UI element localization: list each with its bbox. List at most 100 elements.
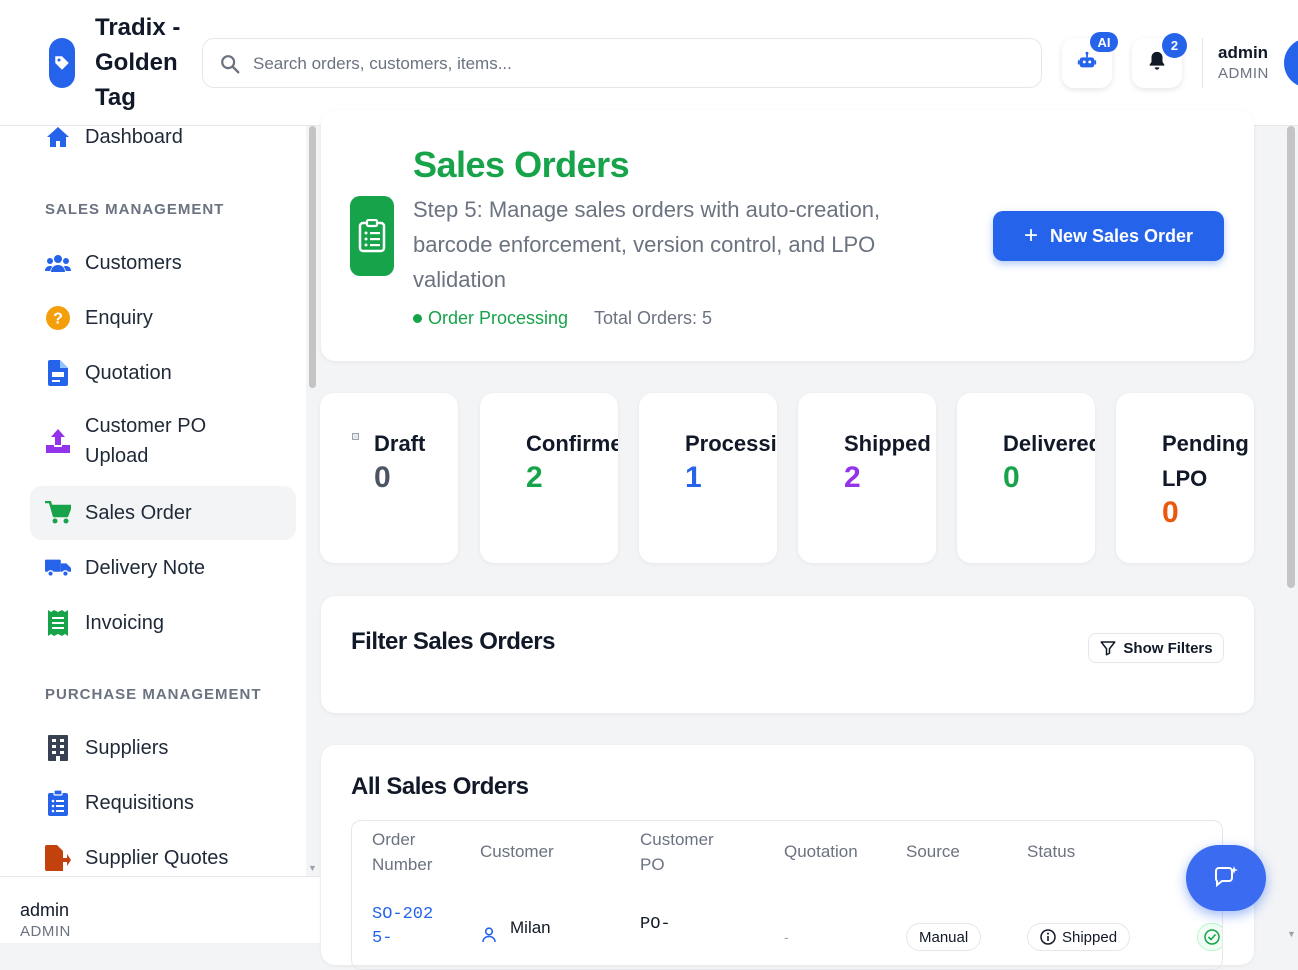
scroll-down-arrow-icon[interactable]: ▼ bbox=[1287, 929, 1296, 939]
stat-card-confirmed[interactable]: Confirmed 2 bbox=[480, 393, 618, 563]
stat-card-shipped[interactable]: Shipped 2 bbox=[798, 393, 936, 563]
customer-name: Milan bbox=[510, 918, 551, 937]
robot-icon bbox=[1076, 50, 1098, 77]
footer-user-name: admin bbox=[20, 900, 70, 920]
sidebar-item-supplier-quotes[interactable]: Supplier Quotes bbox=[30, 831, 296, 876]
search-input[interactable] bbox=[253, 49, 1013, 79]
column-header[interactable]: Quotation bbox=[784, 839, 858, 864]
sidebar-item-enquiry[interactable]: ? Enquiry bbox=[30, 291, 296, 345]
stat-label: Shipped bbox=[844, 431, 931, 456]
stat-card-processing[interactable]: Processing 1 bbox=[639, 393, 777, 563]
search-bar[interactable] bbox=[202, 38, 1042, 88]
draft-icon bbox=[352, 433, 359, 440]
sidebar-item-customer-po-upload[interactable]: Customer PO Upload bbox=[30, 401, 296, 481]
sidebar-item-label: Customers bbox=[85, 252, 182, 274]
orders-title: All Sales Orders bbox=[351, 773, 529, 800]
sidebar-item-customers[interactable]: Customers bbox=[30, 236, 296, 290]
users-icon bbox=[45, 250, 71, 276]
sidebar-item-label: Delivery Note bbox=[85, 557, 206, 579]
stat-value: 2 bbox=[844, 461, 861, 494]
sidebar-item-label: Enquiry bbox=[85, 307, 153, 329]
clipboard-list-icon bbox=[45, 790, 71, 816]
page-scrollbar-thumb[interactable] bbox=[1287, 126, 1295, 588]
sidebar-item-invoicing[interactable]: Invoicing bbox=[30, 596, 296, 650]
show-filters-label: Show Filters bbox=[1123, 639, 1213, 657]
upload-icon bbox=[45, 428, 71, 454]
column-header[interactable]: Status bbox=[1027, 839, 1075, 864]
status-badge: Shipped bbox=[1027, 923, 1131, 951]
stat-value: 2 bbox=[526, 461, 543, 494]
sidebar-scrollbar-thumb[interactable] bbox=[309, 126, 316, 388]
filter-title: Filter Sales Orders bbox=[351, 628, 555, 655]
check-circle-icon bbox=[1197, 923, 1222, 951]
sidebar-item-label: Customer PO Upload bbox=[85, 415, 207, 467]
show-filters-button[interactable]: Show Filters bbox=[1088, 633, 1224, 663]
stat-card-delivered[interactable]: Delivered 0 bbox=[957, 393, 1095, 563]
sidebar-item-label: Dashboard bbox=[85, 126, 183, 148]
column-header[interactable]: Customer PO bbox=[640, 827, 730, 877]
notification-count-badge: 2 bbox=[1162, 33, 1187, 58]
filter-icon bbox=[1099, 639, 1117, 657]
file-invoice-icon bbox=[45, 360, 71, 386]
status-text: Order Processing bbox=[428, 308, 569, 328]
sidebar-item-label: Supplier Quotes bbox=[85, 847, 229, 869]
avatar[interactable] bbox=[1284, 38, 1298, 88]
source-badge: Manual bbox=[906, 923, 982, 951]
sparkle-chat-icon bbox=[1211, 863, 1241, 893]
sidebar-item-quotation[interactable]: Quotation bbox=[30, 346, 296, 400]
stat-value: 1 bbox=[685, 461, 702, 494]
orders-card: All Sales Orders Order Number Customer C… bbox=[321, 745, 1254, 970]
stat-value: 0 bbox=[1162, 496, 1179, 529]
column-header[interactable]: Customer bbox=[480, 839, 554, 864]
top-header: Tradix - Golden Tag AI 2 admin ADMIN bbox=[0, 0, 1298, 126]
page-header-card: Sales Orders Step 5: Manage sales orders… bbox=[321, 110, 1254, 361]
column-header[interactable]: Order Number bbox=[372, 827, 452, 877]
sidebar: Dashboard SALES MANAGEMENT Customers ? E… bbox=[0, 126, 306, 876]
sidebar-item-dashboard[interactable]: Dashboard bbox=[30, 126, 296, 164]
truck-icon bbox=[45, 555, 71, 581]
order-number-link[interactable]: SO-2025- bbox=[372, 903, 436, 951]
search-icon bbox=[219, 53, 241, 80]
clipboard-icon bbox=[350, 196, 394, 276]
stat-value: 0 bbox=[374, 461, 391, 494]
svg-text:?: ? bbox=[53, 311, 63, 328]
page-title: Sales Orders bbox=[413, 144, 630, 185]
scroll-down-arrow-icon[interactable]: ▼ bbox=[308, 863, 317, 873]
page-subtitle: Step 5: Manage sales orders with auto-cr… bbox=[413, 197, 881, 292]
stat-card-pending-lpo[interactable]: Pending LPO 0 bbox=[1116, 393, 1254, 563]
total-orders: Total Orders: 5 bbox=[594, 308, 713, 328]
stat-label: Draft bbox=[374, 431, 426, 456]
sidebar-item-label: Invoicing bbox=[85, 612, 164, 634]
user-icon bbox=[482, 927, 496, 948]
user-name: admin bbox=[1218, 43, 1269, 62]
stat-label: Pending LPO bbox=[1162, 431, 1249, 491]
new-sales-order-button[interactable]: + New Sales Order bbox=[993, 211, 1224, 261]
sidebar-item-delivery-note[interactable]: Delivery Note bbox=[30, 541, 296, 595]
brand-name: Tradix - Golden Tag bbox=[95, 14, 181, 111]
file-export-icon bbox=[45, 845, 71, 871]
new-sales-order-label: New Sales Order bbox=[1049, 225, 1194, 246]
section-sales-management: SALES MANAGEMENT bbox=[45, 201, 225, 218]
plus-icon: + bbox=[1023, 222, 1038, 249]
receipt-icon bbox=[45, 610, 71, 636]
ai-badge: AI bbox=[1090, 32, 1118, 52]
sidebar-item-sales-order[interactable]: Sales Order bbox=[30, 486, 296, 540]
question-circle-icon: ? bbox=[45, 305, 71, 331]
sidebar-item-label: Sales Order bbox=[85, 502, 192, 524]
stat-label: Delivered bbox=[1003, 431, 1095, 456]
stat-label: Confirmed bbox=[526, 431, 618, 456]
header-divider bbox=[1202, 38, 1203, 88]
user-role: ADMIN bbox=[1218, 65, 1269, 82]
tag-logo-icon bbox=[49, 38, 75, 88]
sidebar-item-suppliers[interactable]: Suppliers bbox=[30, 721, 296, 775]
ai-chat-button[interactable] bbox=[1186, 845, 1266, 911]
sidebar-item-requisitions[interactable]: Requisitions bbox=[30, 776, 296, 830]
stat-card-draft[interactable]: Draft 0 bbox=[320, 393, 458, 563]
building-icon bbox=[45, 735, 71, 761]
footer-user-role: ADMIN bbox=[20, 923, 71, 940]
sidebar-item-label: Quotation bbox=[85, 362, 172, 384]
sidebar-item-label: Suppliers bbox=[85, 737, 169, 759]
orders-table: Order Number Customer Customer PO Quotat… bbox=[351, 820, 1223, 970]
column-header[interactable]: Source bbox=[906, 839, 960, 864]
sidebar-footer: admin ADMIN bbox=[0, 876, 320, 943]
